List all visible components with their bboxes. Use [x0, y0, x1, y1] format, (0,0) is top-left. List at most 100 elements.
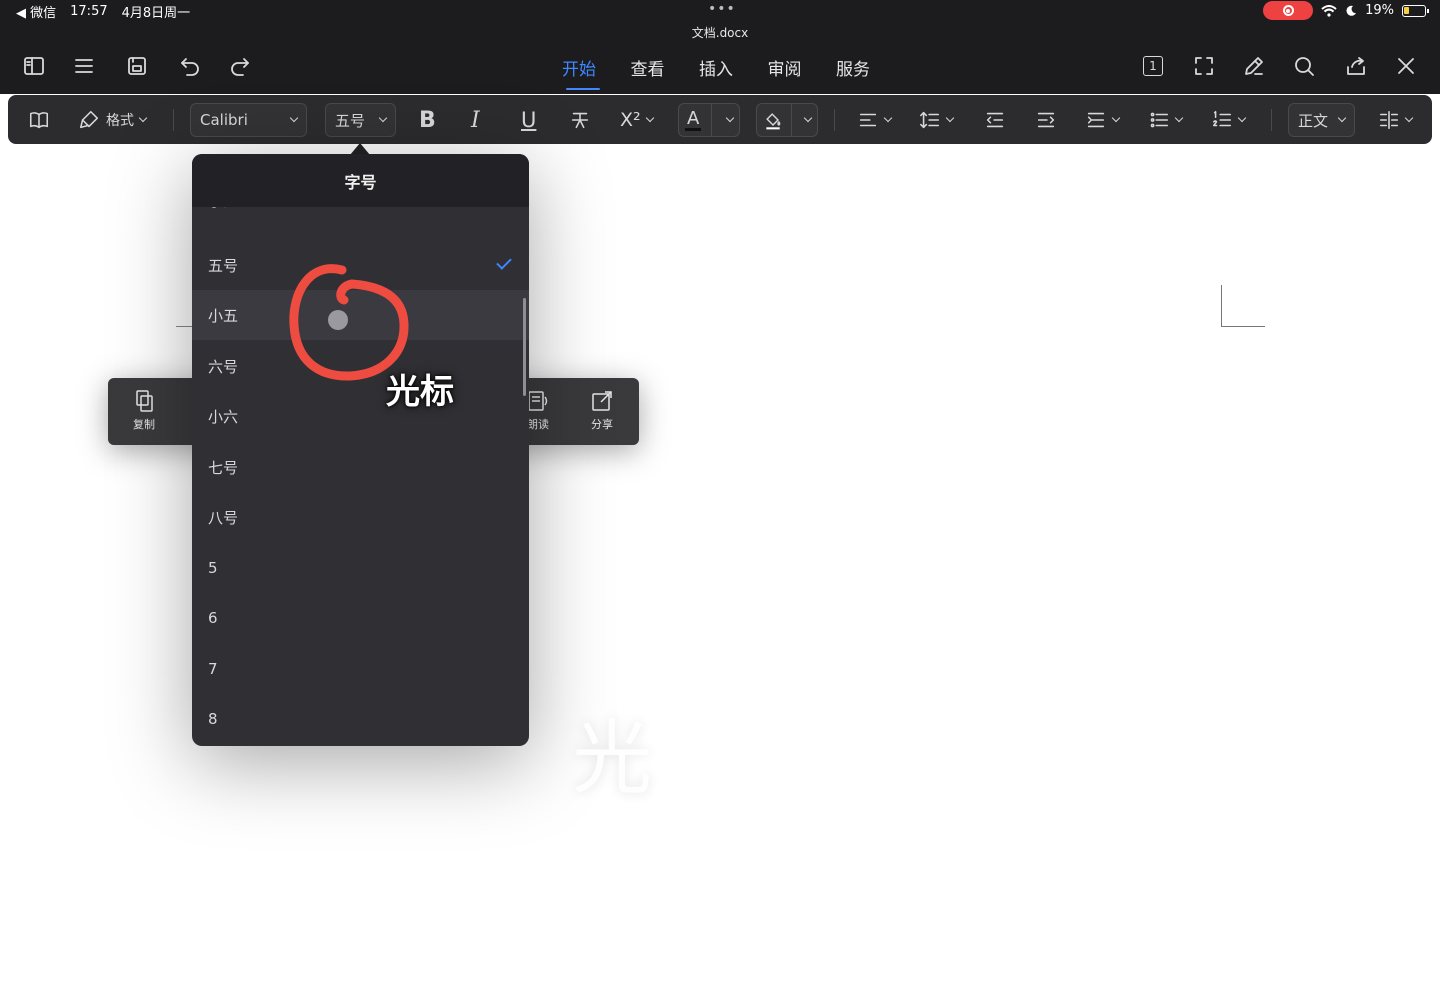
chevron-down-icon: [1174, 113, 1184, 123]
font-size-option[interactable]: 7: [192, 644, 529, 694]
copy-button[interactable]: 复制: [114, 388, 174, 432]
chevron-down-icon: [803, 113, 813, 123]
paragraph-spacing-button[interactable]: [1085, 107, 1121, 133]
save-icon[interactable]: [123, 52, 151, 80]
font-size-value: 五号: [335, 111, 366, 130]
font-size-option[interactable]: 小六: [192, 391, 529, 441]
fullscreen-icon[interactable]: [1190, 52, 1218, 80]
chevron-down-icon: [1111, 113, 1121, 123]
share-label: 分享: [591, 418, 613, 431]
increase-indent-icon[interactable]: [1035, 107, 1057, 133]
popover-scrollbar[interactable]: [523, 298, 526, 396]
back-to-app-link[interactable]: ◀ 微信: [16, 2, 56, 21]
status-time: 17:57: [70, 4, 108, 19]
annotation-label: 光标: [386, 372, 454, 412]
copy-icon: [136, 390, 153, 412]
undo-icon[interactable]: [176, 52, 204, 80]
share-button[interactable]: 分享: [572, 388, 632, 432]
record-icon: [1282, 5, 1294, 16]
copy-label: 复制: [133, 418, 155, 431]
popover-title: 字号: [192, 154, 529, 207]
decrease-indent-icon[interactable]: [984, 107, 1006, 133]
ghost-text: 光: [572, 712, 652, 805]
sidebar-toggle-icon[interactable]: [20, 52, 48, 80]
font-size-option[interactable]: 八号: [192, 492, 529, 542]
divider: [173, 109, 174, 131]
divider: [790, 103, 792, 137]
ribbon-tabs: 开始 查看 插入 审阅 服务: [562, 55, 905, 90]
chevron-down-icon: [1404, 113, 1414, 123]
font-size-option[interactable]: 6: [192, 593, 529, 643]
font-family-select[interactable]: Calibri: [190, 103, 307, 137]
font-size-option[interactable]: 8: [192, 694, 529, 744]
paragraph-style-select[interactable]: 正文: [1288, 103, 1355, 137]
chevron-down-icon: [138, 113, 148, 123]
font-size-option[interactable]: 六号: [192, 341, 529, 391]
redo-icon[interactable]: [226, 52, 254, 80]
formatting-ribbon: 格式 Calibri 五号 B I U X² A 正文: [8, 95, 1432, 144]
read-mode-icon[interactable]: [28, 107, 50, 133]
divider: [1271, 109, 1272, 131]
format-brush-icon: [79, 110, 99, 129]
align-left-icon: [859, 113, 877, 127]
format-painter-button[interactable]: 格式: [78, 107, 148, 133]
page-count-icon: 1: [1143, 56, 1163, 76]
align-button[interactable]: [857, 107, 893, 133]
underline-icon[interactable]: U: [521, 107, 536, 133]
search-icon[interactable]: [1290, 52, 1318, 80]
font-size-select[interactable]: 五号: [325, 103, 396, 137]
bullet-list-button[interactable]: [1148, 107, 1184, 133]
page-margin-corner-right: [1221, 285, 1222, 327]
paint-bucket-icon: [766, 113, 781, 130]
tab-home[interactable]: 开始: [562, 55, 631, 90]
superscript-button[interactable]: X²: [620, 107, 654, 133]
font-size-option-selected[interactable]: 五号: [192, 240, 529, 290]
pen-edit-icon[interactable]: [1240, 52, 1268, 80]
italic-icon[interactable]: I: [471, 107, 480, 133]
share-export-icon[interactable]: [1342, 52, 1370, 80]
divider: [834, 109, 835, 131]
font-size-option[interactable]: 七号: [192, 442, 529, 492]
battery-percent: 19%: [1365, 3, 1394, 18]
font-size-popover: 字号 小四 五号 小五 六号 小六 七号 八号 5 6 7 8: [192, 154, 529, 746]
multitasking-dots-icon[interactable]: •••: [708, 1, 736, 17]
tab-services[interactable]: 服务: [836, 55, 905, 80]
font-color-icon: A: [685, 107, 702, 131]
font-size-option[interactable]: 小四: [192, 207, 529, 225]
font-size-list[interactable]: 小四 五号 小五 六号 小六 七号 八号 5 6 7 8: [192, 207, 529, 746]
line-spacing-button[interactable]: [919, 107, 955, 133]
numbered-list-icon: [1212, 110, 1232, 127]
columns-icon: [1379, 110, 1399, 130]
chevron-down-icon: [378, 113, 388, 123]
menu-icon[interactable]: [70, 52, 98, 80]
font-size-option-highlighted[interactable]: 小五: [192, 290, 529, 340]
chevron-down-icon: [1237, 113, 1247, 123]
checkmark-icon: [496, 254, 512, 270]
font-color-button[interactable]: A: [678, 103, 740, 137]
tab-review[interactable]: 审阅: [768, 55, 837, 80]
paragraph-style-value: 正文: [1298, 111, 1329, 130]
bullet-list-icon: [1150, 112, 1169, 128]
format-label: 格式: [106, 113, 134, 129]
battery-icon: [1402, 4, 1429, 17]
font-size-option[interactable]: 5: [192, 543, 529, 593]
divider: [710, 103, 712, 137]
highlight-color-button[interactable]: [756, 103, 818, 137]
superscript-icon: X²: [620, 109, 641, 131]
columns-button[interactable]: [1378, 107, 1414, 133]
read-aloud-label: 朗读: [527, 418, 549, 431]
chevron-down-icon: [883, 113, 893, 123]
status-bar: ◀ 微信 17:57 4月8日周一 ••• 19%: [0, 0, 1440, 22]
font-size-option-label: 五号: [208, 256, 239, 275]
tab-view[interactable]: 查看: [631, 55, 700, 80]
bold-icon[interactable]: B: [419, 107, 436, 133]
page-margin-corner-right-line: [1221, 326, 1265, 327]
strikethrough-icon[interactable]: [569, 107, 591, 133]
app-toolbar: 文档.docx 开始 查看 插入 审阅 服务 1: [0, 22, 1440, 94]
close-icon[interactable]: [1392, 52, 1420, 80]
numbered-list-button[interactable]: [1211, 107, 1247, 133]
chevron-down-icon: [289, 113, 299, 123]
page-count-button[interactable]: 1: [1139, 52, 1167, 80]
screen-recording-indicator[interactable]: [1263, 1, 1314, 20]
tab-insert[interactable]: 插入: [699, 55, 768, 80]
